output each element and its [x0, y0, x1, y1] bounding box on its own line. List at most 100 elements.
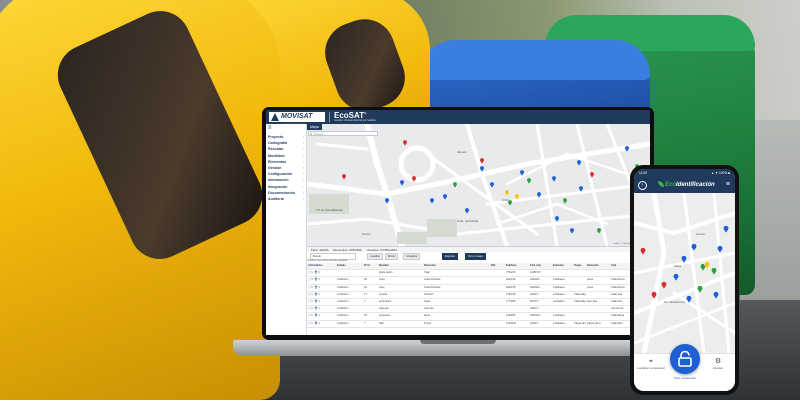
table-cell: Hotel: [424, 299, 431, 303]
table-cell: cerdadore: [553, 299, 565, 303]
phone-battery: ▲ ▼ 100% ■: [710, 171, 730, 175]
table-cell: [573, 270, 586, 276]
row-actions[interactable]: ▢ ✎ 🗑 ⚲: [307, 277, 336, 283]
table-row[interactable]: ▢ ✎ 🗑 ⚲ exhibicion sala sae sale sae 4930/7.…: [307, 306, 650, 314]
grid-header-cell: Nombre: [379, 264, 389, 267]
row-actions[interactable]: ▢ ✎ 🗑 ⚲: [307, 321, 336, 327]
table-row[interactable]: ▢ ✎ 🗑 ⚲ exhibicion 45 Juan Israel Pinados 202…: [307, 277, 650, 285]
logo-eco: Eco: [665, 182, 677, 188]
sidebar-item-label: Proyecto: [268, 135, 284, 139]
table-cell: pecio: [587, 278, 594, 282]
phone-map[interactable]: Alvisa Ave. Bonaventura Almerie: [634, 193, 735, 353]
grid-header-cell: Cód.: [611, 264, 617, 267]
table-cell: [490, 313, 505, 319]
table-cell: 2004/7...: [530, 321, 541, 325]
sidebar-item-label: Documentación: [268, 190, 295, 195]
hamburger-menu-icon[interactable]: ≡: [268, 125, 274, 131]
chevron-right-icon: ›: [302, 196, 304, 201]
table-cell: exhidaaco: [553, 285, 565, 289]
phone-time: 14:35: [639, 171, 647, 175]
row-actions[interactable]: ▢ ✎ 🗑 ⚲: [307, 299, 336, 305]
table-row[interactable]: ▢ ✎ 🗑 ⚲ exhibicion 25 prepeleta alicia 1223/0…: [307, 313, 650, 321]
table-cell: exhibicion: [337, 314, 349, 318]
table-cell: 1313/HZ: [506, 321, 516, 325]
table-cell: ALB3717: [530, 271, 541, 275]
table-cell: exhibicion: [337, 321, 349, 325]
grid-header-cell: Actividades: [308, 264, 323, 267]
ecosat-web-app: MOVISAT Tecnologías y Servicios EcoSAT® …: [266, 110, 650, 335]
unlock-icon: [678, 351, 692, 367]
row-actions[interactable]: ▢ ✎ 🗑 ⚲: [307, 292, 336, 298]
table-cell: 7723/15: [506, 271, 516, 275]
map-label-place: Almerie: [457, 150, 467, 154]
table-cell: exhibicion: [337, 278, 349, 282]
row-actions[interactable]: ▢ ✎ 🗑 ⚲: [307, 306, 336, 312]
grid-header-cell: Ref.: [491, 264, 496, 267]
export-button[interactable]: Exportar: [442, 253, 458, 260]
table-cell: [552, 306, 573, 312]
view-on-map-button[interactable]: Ver en mapa: [465, 253, 486, 260]
table-cell: [505, 306, 529, 312]
abrir-contenedor-button[interactable]: [670, 344, 700, 374]
nav-localizar[interactable]: ⌖ Localizar contenedor: [636, 358, 666, 370]
grid-header-cell: Estación: [553, 264, 564, 267]
table-cell: [586, 306, 610, 312]
table-cell: Paseo de la: [587, 321, 601, 325]
table-cell: exhidaaco: [553, 278, 565, 282]
sidebar-item-label: Configuración: [268, 172, 293, 177]
refresh-button[interactable]: Actualizar: [403, 253, 421, 260]
hamburger-menu-icon[interactable]: ≡: [726, 181, 730, 188]
table-cell: exhibicion: [337, 307, 349, 311]
row-actions[interactable]: ▢ ✎ 🗑 ⚲: [307, 313, 336, 319]
table-row[interactable]: ▢ ✎ 🗑 ⚲ plaza rastro Tájar 7723/15 ALB3717: [307, 270, 650, 278]
table-cell: [552, 270, 573, 276]
table-cell: Calle Mayor: [574, 292, 586, 296]
grid-header-cell: Nº bl.: [364, 264, 371, 267]
table-cell: sala sae: [379, 307, 389, 311]
table-cell: [586, 292, 610, 298]
leaf-icon: [658, 181, 664, 187]
grid-toolbar: Buscar Guardar Borrar Actualizar Exporta…: [307, 252, 650, 260]
table-cell: [573, 306, 586, 312]
data-grid: Actividades Estado Nº bl. Nombre Dirección Re…: [307, 263, 650, 328]
map-search-input[interactable]: ⌕ Buscar: [308, 131, 378, 136]
table-cell: [490, 299, 505, 305]
grid-header-cell: Cód. tarj.: [530, 264, 542, 267]
sidebar-item-label: Rescatar: [268, 147, 284, 152]
save-button[interactable]: Guardar: [367, 253, 383, 260]
map-panel[interactable]: Mapa ⌕ Buscar TTI Av. Mandalachola Centro…: [307, 124, 650, 246]
table-cell: Tájar: [424, 271, 430, 275]
table-cell: [490, 292, 505, 298]
header-divider: [329, 112, 330, 122]
table-row[interactable]: ▢ ✎ 🗑 ⚲ exhibicion 44 Juan Israel Pinados 202…: [307, 285, 650, 292]
table-row[interactable]: ▢ ✎ 🗑 ⚲ exhibicion 7 gertrudara Hotel 1774/05…: [307, 299, 650, 307]
table-cell: Callé Mayor: [574, 299, 586, 303]
table-cell: fase Sae: [587, 299, 598, 303]
row-actions[interactable]: ▢ ✎ 🗑 ⚲: [307, 285, 336, 291]
table-cell: alicia: [424, 314, 430, 318]
table-cell: 2023/15: [506, 285, 516, 289]
table-cell: [573, 285, 586, 291]
table-row[interactable]: ▢ ✎ 🗑 ⚲ exhibicion 17 prueba Ordorez 1781/15 4…: [307, 292, 650, 299]
table-cell: sale sae: [424, 307, 434, 311]
table-cell: Calle Mon: [611, 321, 623, 325]
abrir-contenedor-label: Abrir contenedor: [673, 376, 697, 380]
table-cell: 1774/05: [506, 299, 516, 303]
grid-group-hint: Arrastre una columna para agrupar: [307, 259, 348, 262]
nav-ajustes[interactable]: ⚙ Ajustes: [703, 358, 733, 370]
sidebar-item-auditoria[interactable]: Auditoría ›: [268, 196, 305, 202]
ecoidentificacion-logo: EcoIdentificación: [658, 181, 715, 188]
gear-icon: ⚙: [714, 358, 722, 365]
table-row[interactable]: ▢ ✎ 🗑 ⚲ exhibicion 7 Rita Torres 1313/HZ 2004/…: [307, 321, 650, 328]
table-cell: exhibicion: [337, 299, 349, 303]
delete-button[interactable]: Borrar: [385, 253, 399, 260]
row-actions[interactable]: ▢ ✎ 🗑 ⚲: [307, 270, 336, 276]
nav-localizar-label: Localizar contenedor: [637, 366, 665, 370]
tab-map[interactable]: Mapa: [307, 124, 322, 130]
movisat-logo[interactable]: MOVISAT Tecnologías y Servicios: [269, 112, 325, 125]
table-cell: Rita: [379, 321, 384, 325]
back-icon[interactable]: ‹: [638, 181, 647, 190]
sidebar-item-label: Movilidad: [268, 153, 285, 158]
map-label-street: TTI Av. Mandalachola: [316, 208, 343, 212]
map-label-place: Centro: [362, 232, 371, 236]
